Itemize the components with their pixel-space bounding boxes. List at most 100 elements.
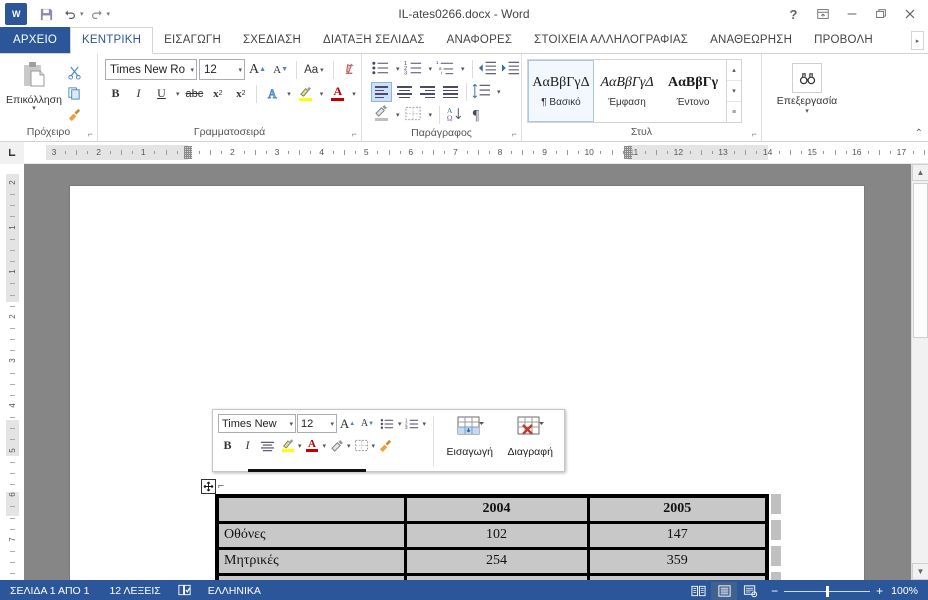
- shading-dropdown-icon[interactable]: ▾: [394, 111, 402, 119]
- chevron-down-icon[interactable]: ▾: [186, 66, 194, 74]
- zoom-slider-thumb[interactable]: [826, 585, 830, 597]
- increase-indent-icon[interactable]: [501, 59, 522, 79]
- font-dialog-launcher[interactable]: ⌐: [352, 130, 357, 139]
- styles-scroll-up-icon[interactable]: ▴: [727, 60, 741, 81]
- clipboard-dialog-launcher[interactable]: ⌐: [88, 130, 93, 139]
- chevron-down-icon[interactable]: ▾: [318, 66, 326, 74]
- close-button[interactable]: [895, 2, 924, 26]
- table-cell-header-2004[interactable]: 2004: [403, 494, 590, 524]
- font-name-combo[interactable]: Times New Ro ▾: [105, 59, 197, 80]
- highlight-icon[interactable]: [295, 83, 316, 104]
- tab-selector-icon[interactable]: [0, 141, 24, 164]
- zoom-level[interactable]: 100%: [891, 585, 928, 597]
- shading-icon[interactable]: [371, 105, 392, 125]
- table-move-handle-icon[interactable]: [201, 479, 216, 494]
- mini-bullets-icon[interactable]: [378, 414, 397, 433]
- zoom-in-button[interactable]: +: [876, 584, 883, 598]
- tab-insert[interactable]: ΕΙΣΑΓΩΓΗ: [153, 27, 232, 53]
- table-cell-header-2005[interactable]: 2005: [586, 494, 769, 524]
- paragraph-dialog-launcher[interactable]: ⌐: [512, 130, 517, 139]
- table-cell-value[interactable]: 102: [403, 520, 590, 550]
- mini-borders-icon[interactable]: [352, 436, 371, 455]
- document-table[interactable]: 2004 2005 Οθόνες 102 147 Μητρικές 254 35…: [215, 494, 769, 580]
- table-cell-value[interactable]: 254: [403, 546, 590, 576]
- change-case-button[interactable]: Aa ▾: [302, 59, 328, 80]
- vertical-ruler[interactable]: 2 1 1 2 3 4 5 6 7: [0, 164, 24, 580]
- table-cell-label[interactable]: Επεξεργαστές: [215, 572, 407, 580]
- tab-references[interactable]: ΑΝΑΦΟΡΕΣ: [436, 27, 524, 53]
- collapse-ribbon-icon[interactable]: ⌃: [915, 128, 923, 139]
- pilcrow-icon[interactable]: ¶: [468, 105, 489, 125]
- table-row[interactable]: Οθόνες 102 147: [215, 520, 769, 550]
- clear-formatting-icon[interactable]: [339, 59, 360, 80]
- line-spacing-icon[interactable]: [472, 82, 493, 102]
- chevron-down-icon[interactable]: ▾: [289, 420, 293, 428]
- mini-delete-table-button[interactable]: Διαγραφή: [501, 414, 559, 467]
- mini-numbering-icon[interactable]: 123: [403, 414, 422, 433]
- undo-icon[interactable]: [59, 3, 81, 25]
- mini-numbering-dropdown-icon[interactable]: ▾: [423, 420, 427, 428]
- superscript-button[interactable]: x2: [230, 83, 251, 104]
- table-cell-value[interactable]: 359: [586, 546, 769, 576]
- bullets-icon[interactable]: [371, 59, 392, 79]
- mini-font-color-dropdown-icon[interactable]: ▾: [323, 442, 327, 450]
- chevron-down-icon[interactable]: ▾: [330, 420, 334, 428]
- font-size-combo[interactable]: 12 ▾: [199, 59, 245, 80]
- print-layout-icon[interactable]: [711, 582, 738, 600]
- editing-dropdown-icon[interactable]: ▾: [805, 107, 809, 115]
- read-mode-icon[interactable]: [685, 582, 711, 600]
- bold-button[interactable]: B: [105, 83, 126, 104]
- style-normal[interactable]: ΑαΒβΓγΔ ¶ Βασικό: [528, 60, 594, 122]
- tab-file[interactable]: ΑΡΧΕΙΟ: [0, 27, 71, 53]
- language-indicator[interactable]: ΕΛΛΗΝΙΚΑ: [198, 585, 271, 597]
- mini-highlight-dropdown-icon[interactable]: ▾: [298, 442, 302, 450]
- mini-highlight-icon[interactable]: [278, 436, 297, 455]
- borders-icon[interactable]: [404, 105, 425, 125]
- sort-icon[interactable]: AΩ: [445, 105, 466, 125]
- styles-dialog-launcher[interactable]: ⌐: [752, 130, 757, 139]
- format-painter-icon[interactable]: [63, 104, 85, 124]
- grow-font-button[interactable]: A ▲: [247, 59, 268, 80]
- mini-shading-dropdown-icon[interactable]: ▾: [347, 442, 351, 450]
- indent-marker[interactable]: [624, 146, 632, 159]
- document-canvas[interactable]: Times New ▾ 12 ▾ A ▲ A ▼ ▾ 1 2 3 ▾ B I ▾…: [24, 164, 928, 580]
- table-row-header[interactable]: 2004 2005: [215, 494, 769, 524]
- customize-qat-icon[interactable]: ▾: [107, 10, 111, 18]
- multilevel-list-icon[interactable]: 1ai: [436, 59, 457, 79]
- copy-icon[interactable]: [63, 83, 85, 103]
- style-emphasis[interactable]: ΑαΒβΓγΔ Έμφαση: [594, 60, 660, 122]
- tab-mailings[interactable]: ΣΤΟΙΧΕΙΑ ΑΛΛΗΛΟΓΡΑΦΙΑΣ: [523, 27, 699, 53]
- vertical-scrollbar[interactable]: ▲ ▼: [911, 164, 928, 580]
- shrink-font-button[interactable]: A ▼: [270, 59, 291, 80]
- minimize-button[interactable]: [837, 2, 866, 26]
- mini-grow-font-button[interactable]: A ▲: [338, 414, 357, 433]
- borders-dropdown-icon[interactable]: ▾: [427, 111, 435, 119]
- paste-dropdown-icon[interactable]: ▾: [32, 105, 36, 112]
- line-spacing-dropdown-icon[interactable]: ▾: [495, 88, 503, 96]
- tab-home[interactable]: ΚΕΝΤΡΙΚΗ: [70, 27, 154, 54]
- help-button[interactable]: ?: [779, 2, 808, 26]
- restore-button[interactable]: [866, 2, 895, 26]
- mini-font-color-button[interactable]: A: [303, 436, 322, 455]
- cut-icon[interactable]: [63, 62, 85, 82]
- mini-italic-button[interactable]: I: [238, 436, 257, 455]
- justify-icon[interactable]: [440, 82, 461, 102]
- tab-page-layout[interactable]: ΔΙΑΤΑΞΗ ΣΕΛΙΔΑΣ: [312, 27, 436, 53]
- underline-dropdown-icon[interactable]: ▾: [174, 90, 182, 98]
- table-cell-label[interactable]: Οθόνες: [215, 520, 407, 550]
- font-color-dropdown-icon[interactable]: ▾: [350, 90, 358, 98]
- indent-marker[interactable]: [184, 146, 192, 159]
- tab-review[interactable]: ΑΝΑΘΕΩΡΗΣΗ: [699, 27, 803, 53]
- tab-design[interactable]: ΣΧΕΔΙΑΣΗ: [232, 27, 312, 53]
- table-cell-header-blank[interactable]: [215, 494, 407, 524]
- table-row[interactable]: Επεξεργαστές 262 368: [215, 572, 769, 580]
- font-color-button[interactable]: A: [327, 83, 348, 104]
- table-row[interactable]: Μητρικές 254 359: [215, 546, 769, 576]
- save-icon[interactable]: [35, 3, 57, 25]
- table-cell-value[interactable]: 262: [403, 572, 590, 580]
- tab-view[interactable]: ΠΡΟΒΟΛΗ: [803, 27, 884, 53]
- subscript-button[interactable]: x2: [207, 83, 228, 104]
- styles-scroll-down-icon[interactable]: ▾: [727, 81, 741, 102]
- word-count[interactable]: 12 ΛΕΞΕΙΣ: [99, 585, 170, 597]
- horizontal-ruler[interactable]: 3211234567891011121314151617: [24, 145, 925, 160]
